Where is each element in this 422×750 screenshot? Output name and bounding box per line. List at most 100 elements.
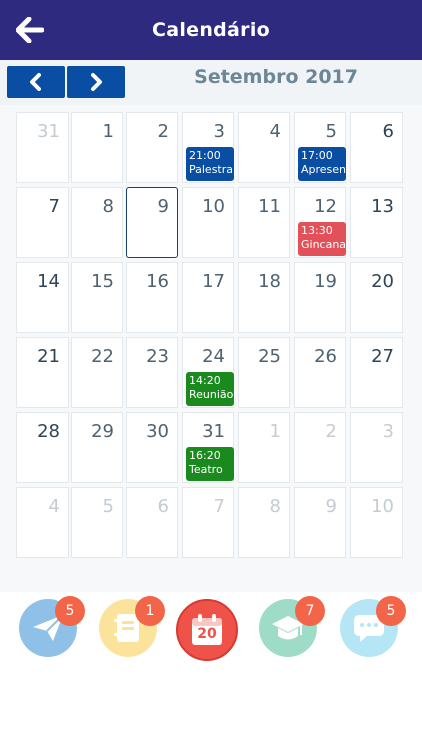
day-cell[interactable]: 16 [126,262,178,333]
day-cell[interactable]: 31 [16,112,69,183]
day-cell[interactable]: 30 [126,412,178,483]
day-cell[interactable]: 24 14:20 Reunião [182,337,234,408]
day-number: 11 [258,196,281,217]
event-title: Gincana [301,238,346,251]
day-number: 14 [37,271,60,292]
day-cell[interactable]: 20 [350,262,403,333]
day-number: 17 [202,271,225,292]
notification-badge: 1 [135,596,165,626]
day-cell[interactable]: 8 [71,187,123,258]
day-cell[interactable]: 6 [350,112,403,183]
day-cell[interactable]: 4 [238,112,290,183]
day-number: 26 [314,346,337,367]
messages-tab[interactable]: 5 [19,596,87,667]
day-cell[interactable]: 14 [16,262,69,333]
day-number: 10 [202,196,225,217]
day-cell-selected[interactable]: 9 [126,187,178,258]
previous-month-button[interactable] [7,66,65,98]
day-number: 18 [258,271,281,292]
event-title: Teatro [189,463,223,476]
day-number: 5 [325,121,337,142]
day-cell[interactable]: 17 [182,262,234,333]
day-number: 10 [371,496,394,517]
day-number: 20 [371,271,394,292]
event-chip[interactable]: 21:00 Palestra [186,147,234,181]
day-cell[interactable]: 27 [350,337,403,408]
day-cell[interactable]: 18 [238,262,290,333]
day-number: 7 [213,496,225,517]
day-number: 2 [325,421,337,442]
event-chip[interactable]: 16:20 Teatro [186,447,234,481]
day-cell[interactable]: 4 [16,487,69,558]
day-number: 8 [269,496,281,517]
next-month-button[interactable] [67,66,125,98]
event-time: 14:20 [189,374,221,387]
back-button[interactable] [14,14,46,46]
day-number: 6 [382,121,394,142]
chevron-left-icon [30,73,41,91]
bottom-navigation: 5 1 20 7 5 [0,592,422,750]
day-number: 15 [91,271,114,292]
day-number: 7 [48,196,60,217]
calendar-icon-day: 20 [197,626,217,642]
day-cell[interactable]: 19 [294,262,346,333]
day-cell[interactable]: 31 16:20 Teatro [182,412,234,483]
day-number: 29 [91,421,114,442]
day-number: 30 [146,421,169,442]
day-cell[interactable]: 8 [238,487,290,558]
day-number: 3 [213,121,225,142]
day-number: 1 [269,421,281,442]
day-cell[interactable]: 1 [71,112,123,183]
chat-tab[interactable]: 5 [340,596,408,667]
day-cell[interactable]: 1 [238,412,290,483]
notes-tab[interactable]: 1 [99,596,167,667]
event-title: Palestra [189,163,234,176]
notification-badge: 7 [295,596,325,626]
day-cell[interactable]: 29 [71,412,123,483]
day-cell[interactable]: 28 [16,412,69,483]
day-cell[interactable]: 26 [294,337,346,408]
day-cell[interactable]: 9 [294,487,346,558]
day-cell[interactable]: 6 [126,487,178,558]
day-cell[interactable]: 10 [350,487,403,558]
day-cell[interactable]: 3 21:00 Palestra [182,112,234,183]
day-number: 3 [382,421,394,442]
month-grid: DomSegTerQuaQuiSexSáb3112321:00Palestra4… [0,105,422,592]
day-number: 21 [37,346,60,367]
day-number: 4 [269,121,281,142]
day-number: 31 [202,421,225,442]
calendar-tab[interactable]: 20 [176,599,244,667]
day-cell[interactable]: 2 [126,112,178,183]
day-cell[interactable]: 12 13:30 Gincana [294,187,346,258]
school-tab[interactable]: 7 [259,596,327,667]
day-cell[interactable]: 7 [182,487,234,558]
calendar-icon: 20 [189,613,225,647]
day-number: 12 [314,196,337,217]
day-number: 1 [102,121,114,142]
day-cell[interactable]: 22 [71,337,123,408]
arrow-left-icon [16,17,44,43]
day-cell[interactable]: 25 [238,337,290,408]
page-title: Calendário [151,19,271,41]
day-cell[interactable]: 2 [294,412,346,483]
day-cell[interactable]: 3 [350,412,403,483]
day-number: 27 [371,346,394,367]
event-chip[interactable]: 13:30 Gincana [298,222,346,256]
day-number: 31 [37,121,60,142]
day-cell[interactable]: 11 [238,187,290,258]
event-title: Reunião [189,388,234,401]
day-cell[interactable]: 7 [16,187,69,258]
event-time: 21:00 [189,149,221,162]
day-number: 23 [146,346,169,367]
event-time: 17:00 [301,149,333,162]
day-cell[interactable]: 23 [126,337,178,408]
day-cell[interactable]: 13 [350,187,403,258]
event-chip[interactable]: 17:00 Apresen [298,147,346,181]
day-cell[interactable]: 15 [71,262,123,333]
day-cell[interactable]: 5 17:00 Apresen [294,112,346,183]
day-cell[interactable]: 10 [182,187,234,258]
event-chip[interactable]: 14:20 Reunião [186,372,234,406]
calendar-tab-circle: 20 [176,599,238,661]
day-cell[interactable]: 21 [16,337,69,408]
day-cell[interactable]: 5 [71,487,123,558]
